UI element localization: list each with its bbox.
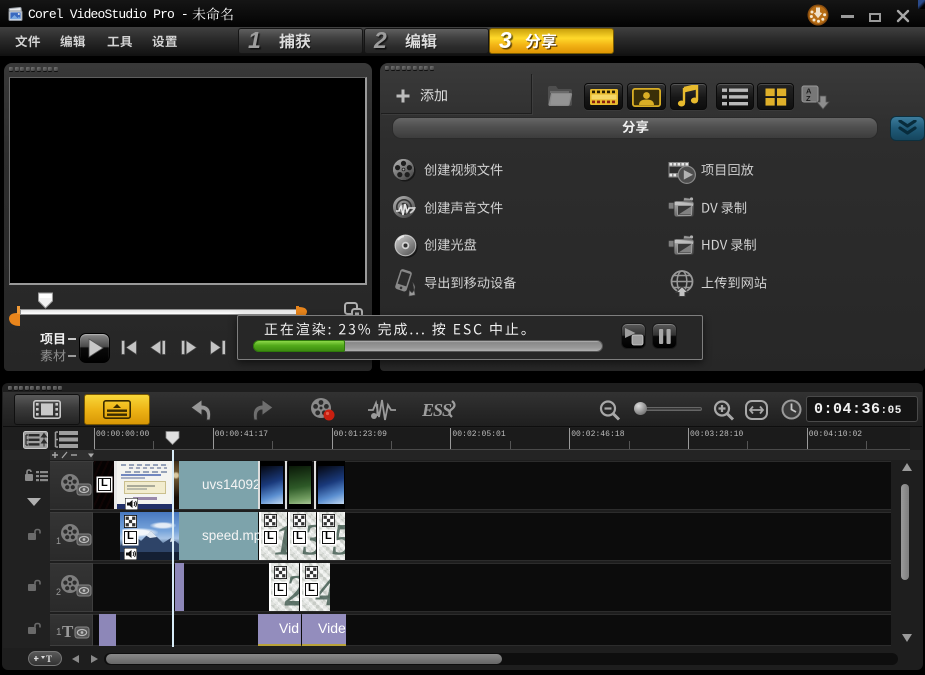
svg-text:Z: Z [806, 94, 811, 103]
svg-text:T: T [62, 622, 74, 641]
svg-text:2: 2 [56, 587, 61, 597]
svg-text:ESS: ESS [422, 400, 452, 420]
svg-text:T: T [46, 654, 52, 663]
svg-text:1: 1 [56, 536, 61, 546]
